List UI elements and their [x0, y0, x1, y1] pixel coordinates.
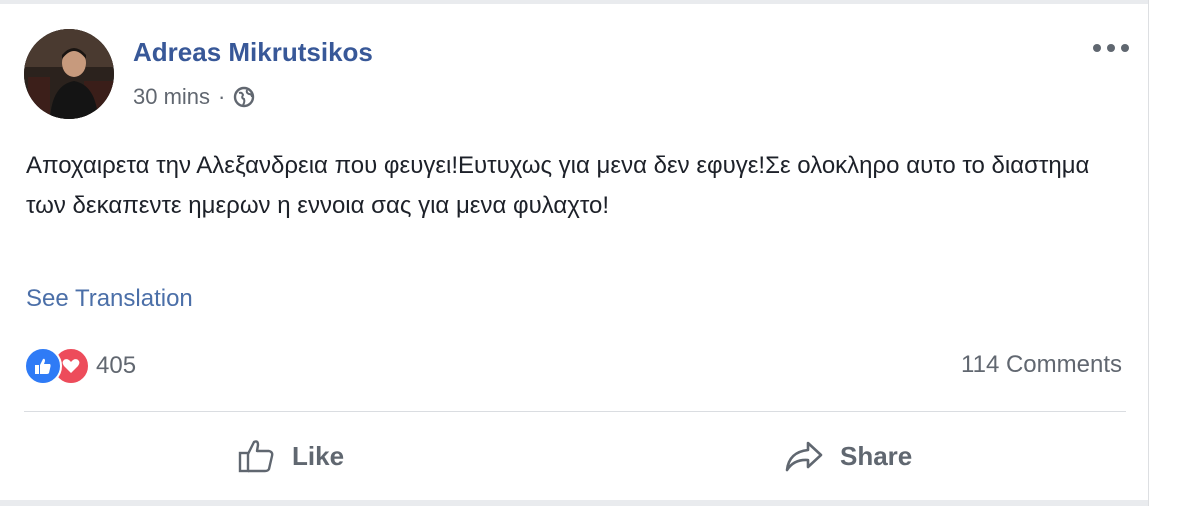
author-name[interactable]: Adreas Mikrutsikos	[133, 36, 373, 68]
post-text: Αποχαιρετα την Αλεξανδρεια που φευγει!Ευ…	[26, 152, 1090, 219]
post-card: Adreas Mikrutsikos 30 mins · Αποχαιρετα …	[0, 0, 1149, 506]
like-label: Like	[292, 440, 345, 471]
see-translation-link[interactable]: See Translation	[26, 283, 193, 315]
top-divider	[0, 0, 1148, 4]
avatar-photo	[24, 29, 114, 119]
thumbs-up-icon	[238, 440, 274, 473]
post-meta: 30 mins ·	[133, 83, 255, 111]
avatar[interactable]	[24, 29, 114, 119]
like-reaction-icon	[24, 347, 62, 385]
reactions-summary[interactable]: 405	[24, 346, 136, 386]
globe-icon[interactable]	[233, 86, 255, 108]
like-button[interactable]: Like	[238, 432, 344, 480]
bottom-divider	[0, 500, 1148, 506]
reaction-count: 405	[96, 352, 137, 379]
comments-count-link[interactable]: 114 Comments	[961, 349, 1122, 381]
more-options-icon[interactable]	[1086, 36, 1136, 60]
post-timestamp[interactable]: 30 mins	[133, 84, 210, 110]
share-arrow-icon	[785, 441, 823, 472]
actions-divider	[24, 411, 1126, 412]
meta-separator: ·	[218, 84, 226, 109]
share-button[interactable]: Share	[784, 432, 912, 480]
share-label: Share	[840, 440, 913, 471]
